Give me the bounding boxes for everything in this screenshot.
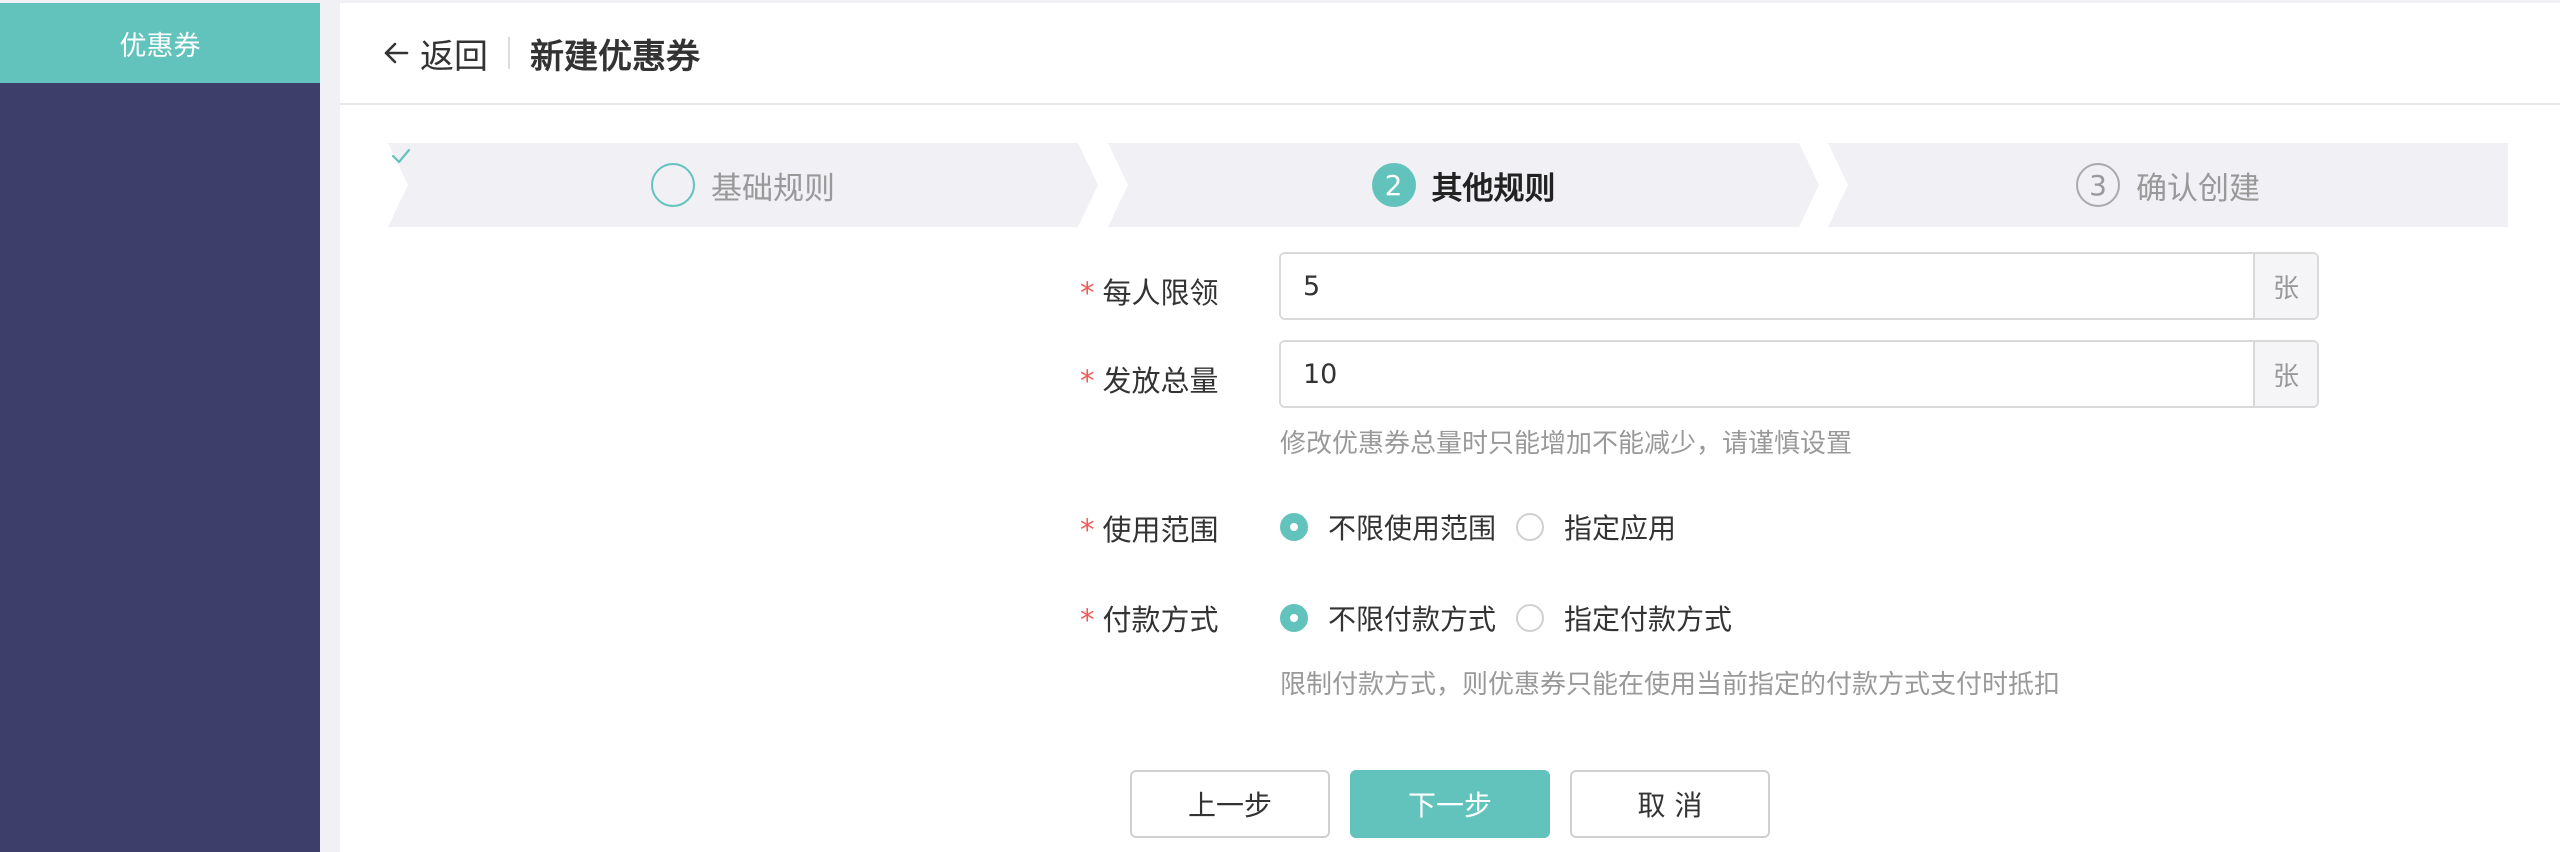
step-2-number: 2 bbox=[1371, 163, 1416, 207]
main-panel: 返回 新建优惠券 基础规则 2 其他规则 3 确认创建 * 每人限领 5 张 *… bbox=[340, 3, 2560, 852]
step-2: 2 其他规则 bbox=[1108, 143, 1819, 227]
radio-checked-icon bbox=[1280, 513, 1308, 541]
scope-radio-specific-app[interactable]: 指定应用 bbox=[1516, 507, 1676, 547]
step-2-label: 其他规则 bbox=[1431, 170, 1556, 207]
back-button[interactable]: 返回 bbox=[382, 29, 488, 78]
next-step-button[interactable]: 下一步 bbox=[1350, 770, 1550, 838]
payment-radio-unlimited[interactable]: 不限付款方式 bbox=[1280, 598, 1496, 638]
steps-bar: 基础规则 2 其他规则 3 确认创建 bbox=[388, 143, 2508, 227]
scope-radio-group: 不限使用范围 指定应用 bbox=[1280, 507, 1696, 547]
limit-per-person-input[interactable] bbox=[1281, 254, 2253, 318]
scope-label: * 使用范围 bbox=[1080, 513, 1219, 547]
total-quantity-hint: 修改优惠券总量时只能增加不能减少，请谨慎设置 bbox=[1280, 429, 1853, 459]
total-quantity-label: * 发放总量 bbox=[1080, 364, 1219, 398]
step-1: 基础规则 bbox=[388, 143, 1098, 227]
required-mark: * bbox=[1080, 513, 1095, 547]
total-quantity-field: 张 bbox=[1279, 340, 2319, 408]
cancel-button[interactable]: 取 消 bbox=[1570, 770, 1770, 838]
total-quantity-unit: 张 bbox=[2253, 342, 2317, 406]
radio-unchecked-icon bbox=[1516, 604, 1545, 632]
payment-radio-group: 不限付款方式 指定付款方式 bbox=[1280, 598, 1752, 638]
scope-radio-unlimited[interactable]: 不限使用范围 bbox=[1280, 507, 1496, 547]
header-divider bbox=[508, 37, 510, 69]
radio-checked-icon bbox=[1280, 604, 1308, 632]
limit-per-person-label: * 每人限领 bbox=[1080, 276, 1219, 310]
page-header: 返回 新建优惠券 bbox=[340, 3, 2560, 105]
required-mark: * bbox=[1080, 364, 1095, 398]
payment-label: * 付款方式 bbox=[1080, 603, 1219, 637]
required-mark: * bbox=[1080, 603, 1095, 637]
limit-per-person-field: 张 bbox=[1279, 252, 2319, 320]
sidebar-item-label: 优惠券 bbox=[119, 30, 201, 62]
total-quantity-input[interactable] bbox=[1281, 342, 2253, 406]
radio-unchecked-icon bbox=[1516, 513, 1545, 541]
prev-step-button[interactable]: 上一步 bbox=[1130, 770, 1330, 838]
limit-per-person-unit: 张 bbox=[2253, 254, 2317, 318]
back-label: 返回 bbox=[420, 36, 488, 77]
arrow-left-icon bbox=[384, 42, 409, 64]
step-3-label: 确认创建 bbox=[2136, 170, 2260, 207]
step-3: 3 确认创建 bbox=[1828, 143, 2508, 227]
sidebar-item-coupons[interactable]: 优惠券 bbox=[0, 3, 320, 83]
payment-radio-specific[interactable]: 指定付款方式 bbox=[1516, 598, 1732, 638]
check-icon bbox=[391, 148, 695, 207]
page-title: 新建优惠券 bbox=[530, 36, 700, 77]
payment-hint: 限制付款方式，则优惠券只能在使用当前指定的付款方式支付时抵扣 bbox=[1280, 670, 2061, 700]
step-3-number: 3 bbox=[2076, 163, 2120, 207]
sidebar: 优惠券 bbox=[0, 3, 320, 852]
required-mark: * bbox=[1080, 276, 1095, 310]
step-1-label: 基础规则 bbox=[711, 170, 835, 207]
